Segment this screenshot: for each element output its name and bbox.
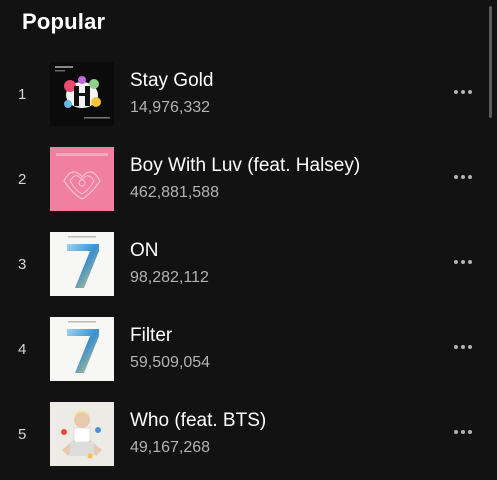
more-options-button[interactable] [448,422,478,442]
play-count: 14,976,332 [130,99,211,116]
section-title: Popular [22,9,106,34]
track-title[interactable]: ON [130,240,159,262]
album-cover [50,402,114,466]
track-row[interactable]: 2 Boy With Luv (feat. Halsey) 462,881,58… [0,143,497,213]
more-options-button[interactable] [448,167,478,187]
track-number: 1 [18,86,27,103]
album-cover [50,147,114,211]
track-title[interactable]: Filter [130,325,172,347]
play-count: 59,509,054 [130,354,211,371]
track-title[interactable]: Who (feat. BTS) [130,410,266,432]
track-number: 2 [18,171,27,188]
track-number: 4 [18,341,27,358]
track-row[interactable]: 1 Stay Gold 14,976,332 [0,58,497,128]
track-row[interactable]: 4 Filter 59,509,054 [0,313,497,383]
track-number: 3 [18,256,27,273]
play-count: 98,282,112 [130,269,209,286]
play-count: 49,167,268 [130,439,211,456]
album-cover [50,232,114,296]
album-cover [50,62,114,126]
more-options-button[interactable] [448,82,478,102]
more-options-icon [454,345,472,349]
more-options-icon [454,90,472,94]
track-title[interactable]: Stay Gold [130,70,213,92]
more-options-icon [454,260,472,264]
play-count: 462,881,588 [130,184,219,201]
album-cover [50,317,114,381]
more-options-icon [454,175,472,179]
track-row[interactable]: 5 Who (feat. BTS) 49,167,268 [0,398,497,468]
more-options-button[interactable] [448,252,478,272]
more-options-icon [454,430,472,434]
track-title[interactable]: Boy With Luv (feat. Halsey) [130,155,360,177]
more-options-button[interactable] [448,337,478,357]
track-number: 5 [18,426,27,443]
track-row[interactable]: 3 ON 98,282,112 [0,228,497,298]
